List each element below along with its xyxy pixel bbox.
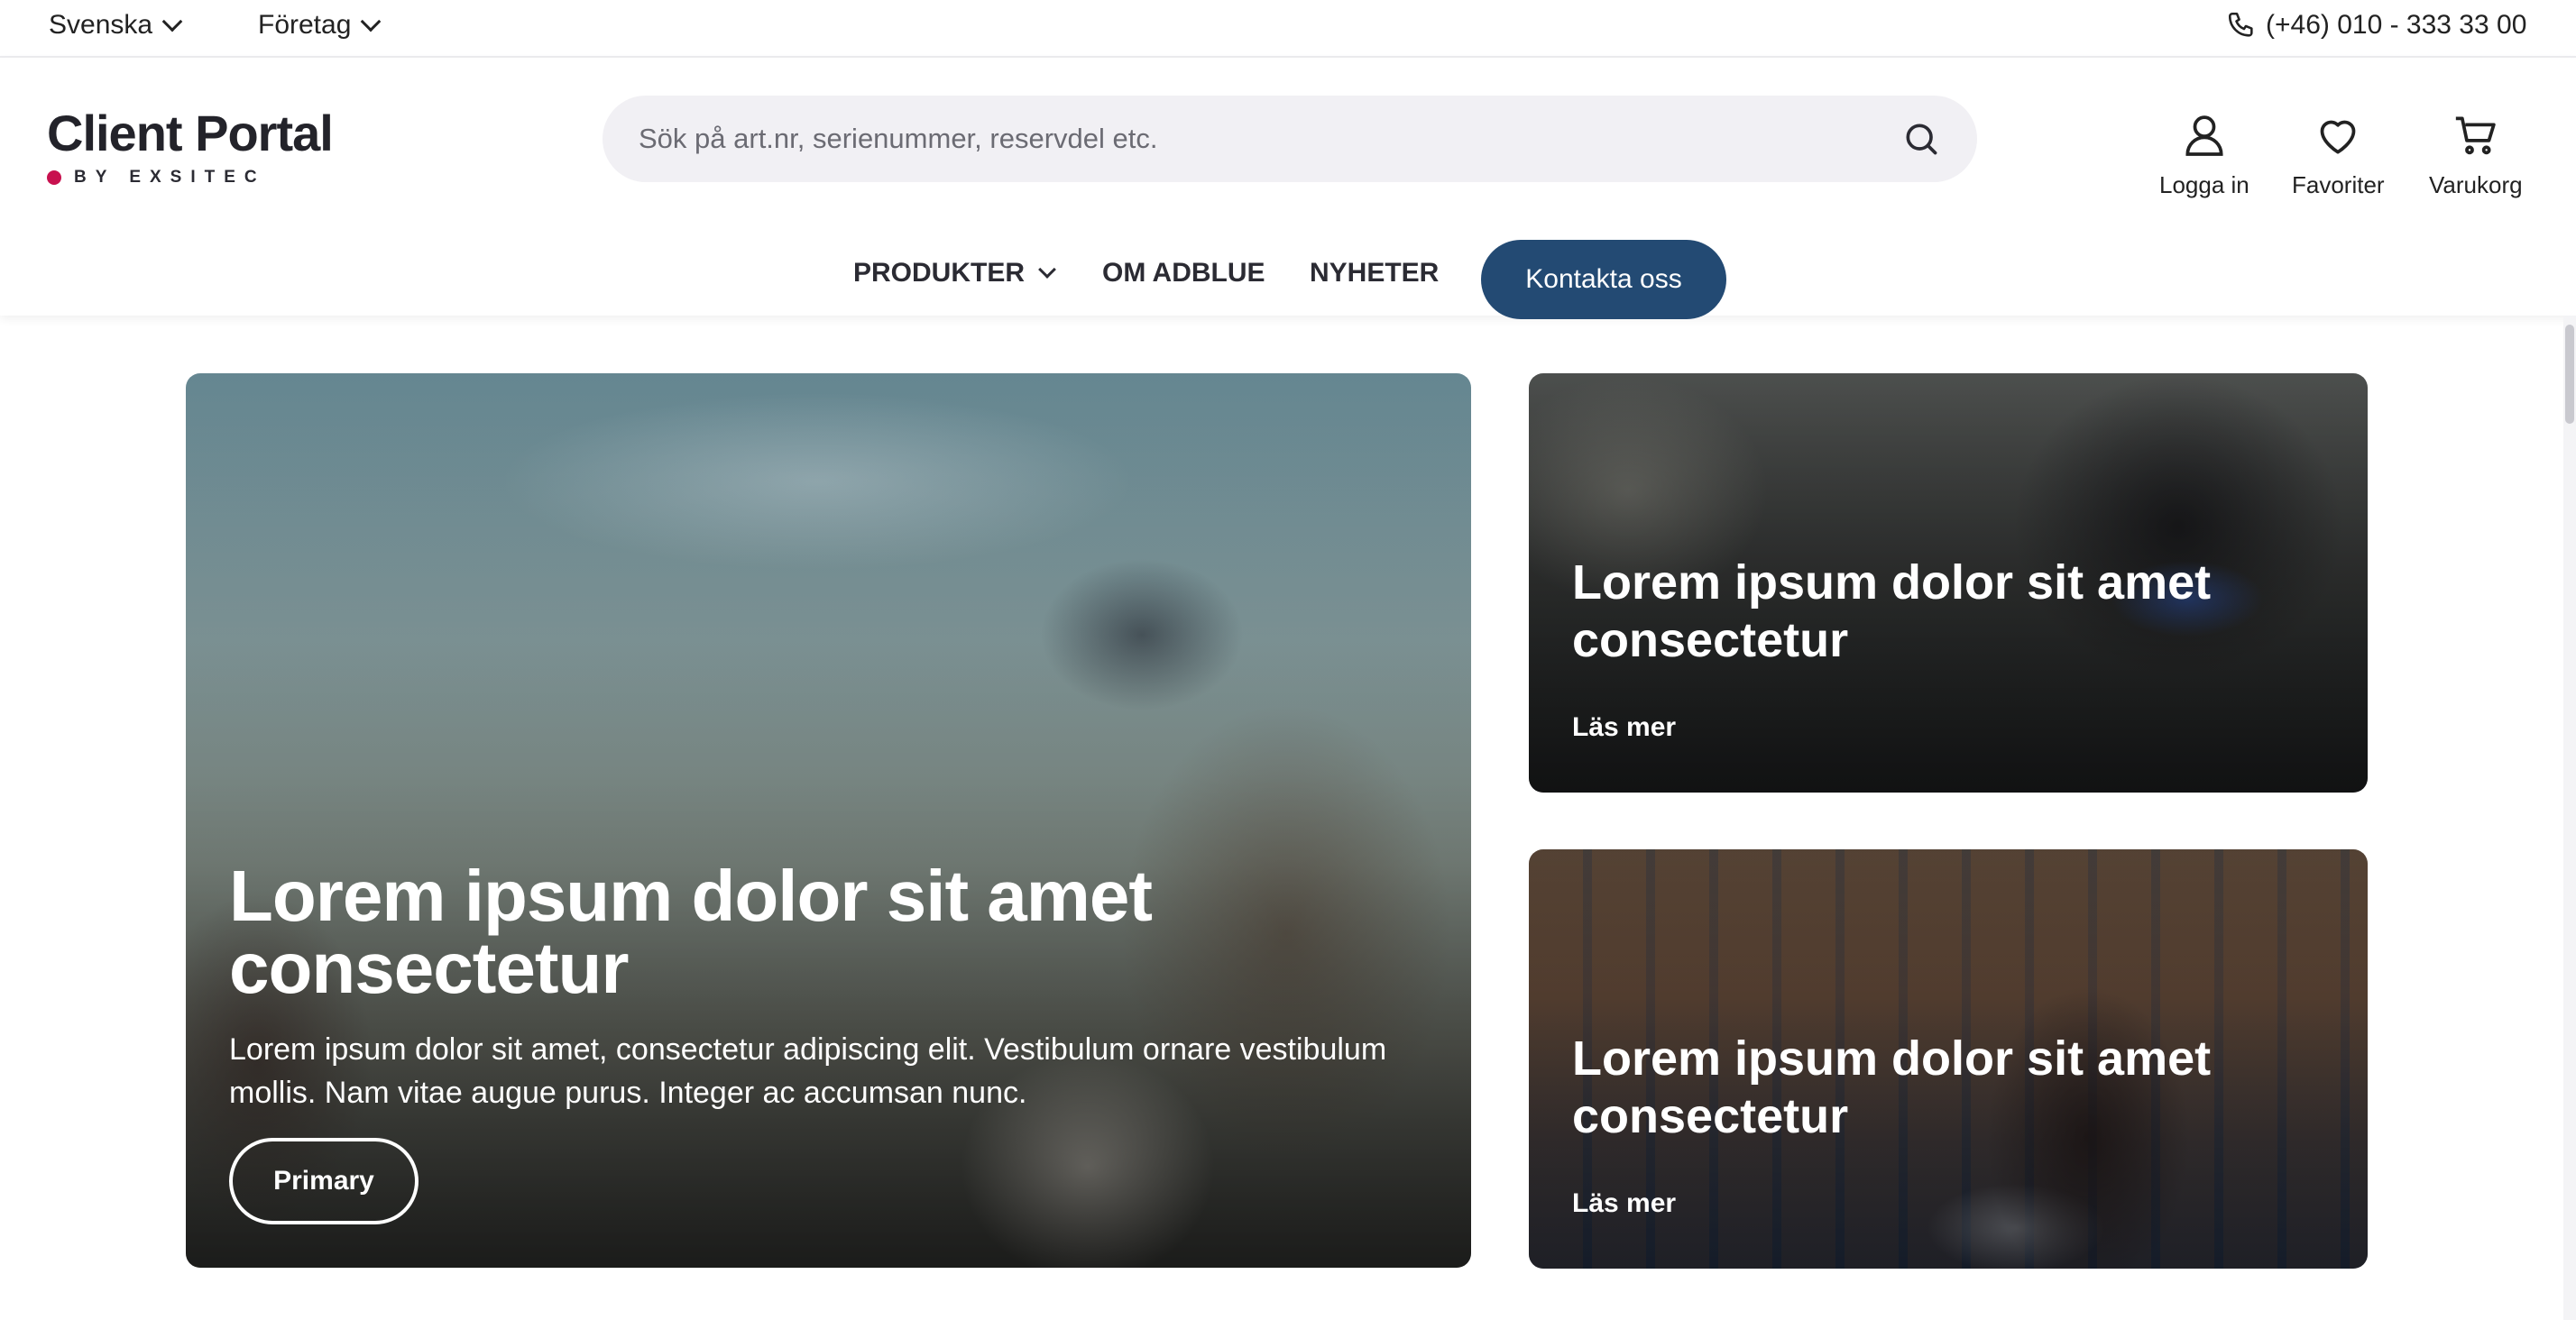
search-bar <box>603 96 1977 182</box>
nav-products-label: PRODUKTER <box>853 258 1026 288</box>
side-card-title: Lorem ipsum dolor sit amet consectetur <box>1572 1031 2212 1143</box>
user-icon <box>2185 115 2223 156</box>
page-scrollbar[interactable] <box>2563 316 2576 1320</box>
contact-button[interactable]: Kontakta oss <box>1481 240 1726 319</box>
login-label: Logga in <box>2159 171 2249 198</box>
hero-title: Lorem ipsum dolor sit amet consectetur <box>229 856 1153 1008</box>
logo-title: Client Portal <box>47 105 334 161</box>
company-selector[interactable]: Företag <box>258 7 382 43</box>
chevron-down-icon <box>361 11 382 32</box>
nav-news-label: NYHETER <box>1310 258 1440 288</box>
search-input[interactable] <box>639 123 1901 155</box>
language-label: Svenska <box>49 10 153 40</box>
cart-button[interactable]: Varukorg <box>2429 110 2523 199</box>
phone-number: (+46) 010 - 333 33 00 <box>2266 10 2527 40</box>
site-header: Client Portal BY EXSITEC Logga in Favori… <box>0 58 2576 319</box>
nav-about-label: OM ADBLUE <box>1102 258 1265 288</box>
read-more-link[interactable]: Läs mer <box>1572 1188 1676 1219</box>
side-card-2[interactable]: Lorem ipsum dolor sit amet consectetur L… <box>1529 849 2368 1269</box>
side-card-1[interactable]: Lorem ipsum dolor sit amet consectetur L… <box>1529 373 2368 793</box>
logo-subtitle-row: BY EXSITEC <box>47 168 333 188</box>
logo-subtitle: BY EXSITEC <box>74 168 266 187</box>
logo-dot <box>47 170 61 185</box>
login-button[interactable]: Logga in <box>2159 110 2249 199</box>
cart-icon <box>2455 116 2496 155</box>
read-more-link[interactable]: Läs mer <box>1572 712 1676 743</box>
phone-link[interactable]: (+46) 010 - 333 33 00 <box>2226 7 2526 43</box>
primary-button[interactable]: Primary <box>229 1138 419 1224</box>
company-label: Företag <box>258 10 352 40</box>
chevron-down-icon <box>1038 261 1056 279</box>
side-card-title: Lorem ipsum dolor sit amet consectetur <box>1572 555 2212 667</box>
phone-icon <box>2226 10 2257 41</box>
chevron-down-icon <box>161 11 183 32</box>
main-nav: PRODUKTER OM ADBLUE NYHETER Kontakta oss <box>0 233 2576 323</box>
heart-icon <box>2320 120 2356 154</box>
nav-item-news[interactable]: NYHETER <box>1310 258 1439 289</box>
search-icon[interactable] <box>1901 119 1941 159</box>
favorites-button[interactable]: Favoriter <box>2292 110 2385 199</box>
language-selector[interactable]: Svenska <box>49 7 183 43</box>
favorites-label: Favoriter <box>2292 171 2385 198</box>
logo[interactable]: Client Portal BY EXSITEC <box>47 105 334 188</box>
hero-card: Lorem ipsum dolor sit amet consectetur L… <box>186 373 1471 1268</box>
nav-item-products[interactable]: PRODUKTER <box>853 258 1056 289</box>
nav-item-about[interactable]: OM ADBLUE <box>1102 258 1265 289</box>
hero-text: Lorem ipsum dolor sit amet, consectetur … <box>229 1032 1387 1110</box>
cart-label: Varukorg <box>2429 171 2523 198</box>
top-utility-bar: Svenska Företag (+46) 010 - 333 33 00 <box>0 0 2576 58</box>
scrollbar-thumb[interactable] <box>2565 325 2574 424</box>
